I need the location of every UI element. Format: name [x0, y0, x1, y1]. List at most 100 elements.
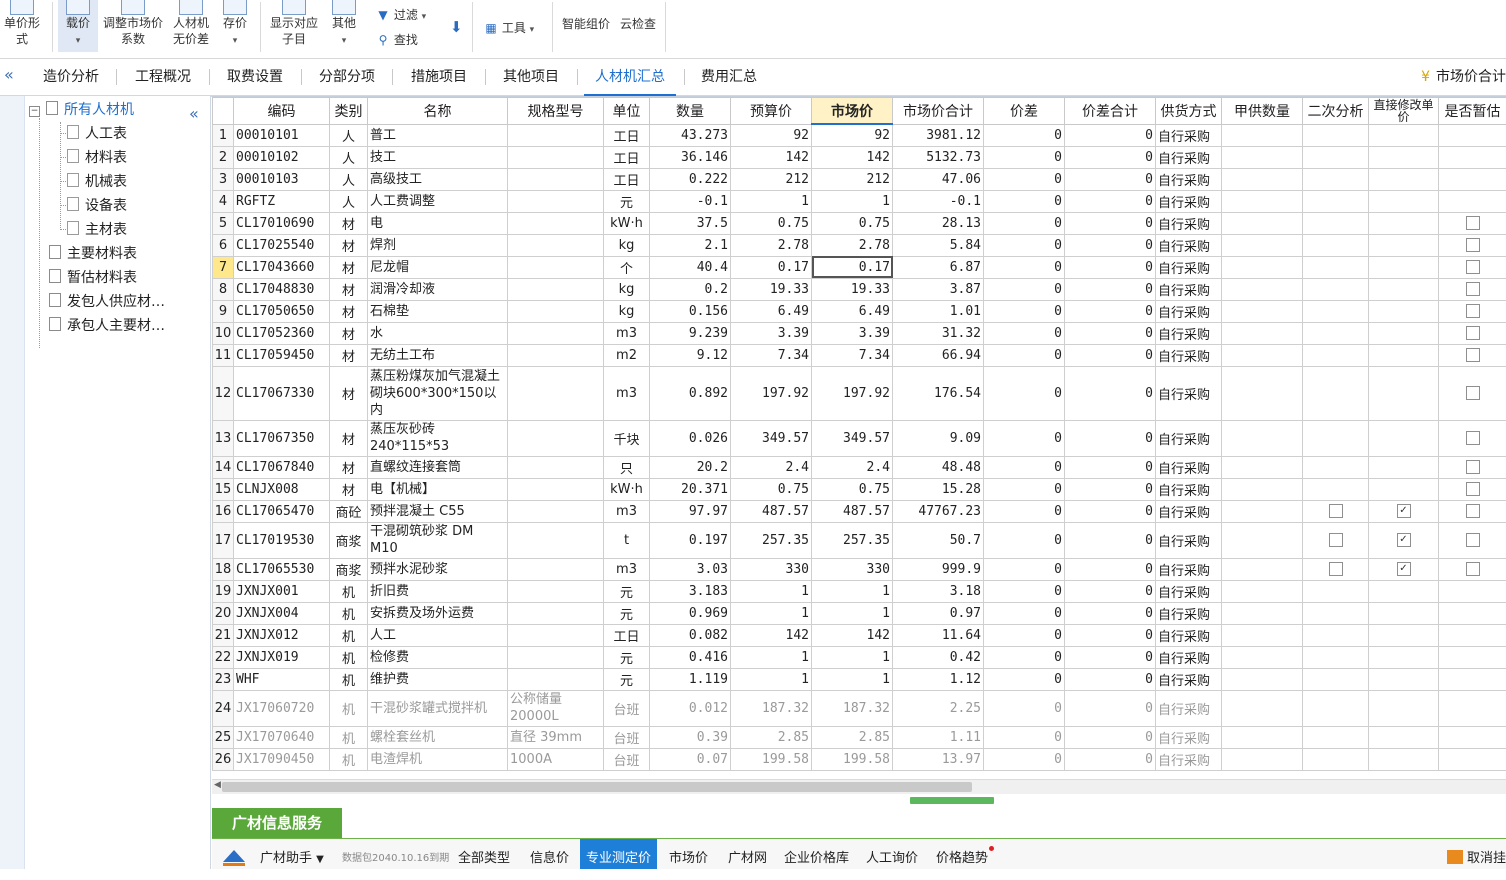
grid-cell-unit[interactable]: 台班 — [604, 726, 650, 748]
grid-cell-budget-price[interactable]: 349.57 — [731, 420, 812, 456]
grid-cell-owner-supply-qty[interactable] — [1222, 624, 1303, 646]
grid-cell-budget-price[interactable]: 330 — [731, 558, 812, 580]
grid-cell-diff-total[interactable]: 0 — [1065, 646, 1156, 668]
row-number[interactable]: 21 — [213, 624, 234, 646]
provisional-checkbox[interactable] — [1466, 238, 1480, 252]
grid-cell-unit[interactable]: kg — [604, 278, 650, 300]
grid-cell-quantity[interactable]: 97.97 — [650, 500, 731, 522]
grid-cell-code[interactable]: CLNJX008 — [234, 478, 330, 500]
grid-cell-price-diff[interactable]: 0 — [984, 168, 1065, 190]
collapse-tree-icon[interactable]: « — [189, 104, 199, 123]
grid-cell-price-diff[interactable]: 0 — [984, 146, 1065, 168]
table-row[interactable]: 17CL17019530商浆干混砌筑砂浆 DM M10t0.197257.352… — [213, 522, 1506, 558]
grid-cell-market-total[interactable]: 2.25 — [893, 690, 984, 726]
table-row[interactable]: 11CL17059450材无纺土工布m29.127.347.3466.9400自… — [213, 344, 1506, 366]
col-header-spec[interactable]: 规格型号 — [508, 98, 604, 125]
grid-cell-spec[interactable] — [508, 278, 604, 300]
grid-cell-code[interactable]: CL17067330 — [234, 366, 330, 420]
grid-cell-budget-price[interactable]: 2.85 — [731, 726, 812, 748]
row-number[interactable]: 6 — [213, 234, 234, 256]
grid-cell-owner-supply-qty[interactable] — [1222, 212, 1303, 234]
col-header-direct-edit-price[interactable]: 直接修改单价 — [1369, 98, 1439, 125]
grid-cell-category[interactable]: 商砼 — [330, 500, 368, 522]
grid-cell-spec[interactable]: 1000A — [508, 748, 604, 770]
grid-cell-market-price[interactable]: 187.32 — [812, 690, 893, 726]
grid-cell-market-price[interactable]: 19.33 — [812, 278, 893, 300]
table-row[interactable]: 18CL17065530商浆预拌水泥砂浆m33.03330330999.900自… — [213, 558, 1506, 580]
grid-cell-unit[interactable]: 工日 — [604, 624, 650, 646]
grid-cell-spec[interactable] — [508, 168, 604, 190]
move-down-button[interactable]: ⬇ — [450, 18, 463, 36]
row-number[interactable]: 12 — [213, 366, 234, 420]
grid-cell-owner-supply-qty[interactable] — [1222, 668, 1303, 690]
grid-cell-code[interactable]: CL17025540 — [234, 234, 330, 256]
grid-cell-name[interactable]: 高级技工 — [368, 168, 508, 190]
grid-cell-budget-price[interactable]: 197.92 — [731, 366, 812, 420]
row-number[interactable]: 24 — [213, 690, 234, 726]
grid-cell-category[interactable]: 商浆 — [330, 522, 368, 558]
save-price-button[interactable]: 存价 ▾ — [218, 0, 252, 52]
grid-cell-market-total[interactable]: 31.32 — [893, 322, 984, 344]
col-header-price-diff[interactable]: 价差 — [984, 98, 1065, 125]
tree-item-provisional-materials[interactable]: 暂估材料表 — [49, 266, 137, 290]
helper-dropdown[interactable]: 广材助手 ▼ — [260, 839, 324, 869]
row-number[interactable]: 9 — [213, 300, 234, 322]
grid-cell-market-price[interactable]: 3.39 — [812, 322, 893, 344]
grid-cell-category[interactable]: 人 — [330, 124, 368, 146]
col-header-secondary-analysis[interactable]: 二次分析 — [1303, 98, 1369, 125]
grid-cell-diff-total[interactable]: 0 — [1065, 256, 1156, 278]
row-number[interactable]: 18 — [213, 558, 234, 580]
grid-cell-quantity[interactable]: 3.183 — [650, 580, 731, 602]
provisional-checkbox[interactable] — [1466, 533, 1480, 547]
table-row[interactable]: 100010101人普工工日43.27392923981.1200自行采购 — [213, 124, 1506, 146]
grid-cell-unit[interactable]: 台班 — [604, 748, 650, 770]
grid-cell-budget-price[interactable]: 212 — [731, 168, 812, 190]
grid-cell-supply-method[interactable]: 自行采购 — [1156, 522, 1222, 558]
grid-cell-name[interactable]: 安拆费及场外运费 — [368, 602, 508, 624]
grid-cell-supply-method[interactable]: 自行采购 — [1156, 748, 1222, 770]
grid-cell-unit[interactable]: m3 — [604, 558, 650, 580]
grid-cell-market-price[interactable]: 0.75 — [812, 212, 893, 234]
grid-cell-category[interactable]: 机 — [330, 624, 368, 646]
grid-cell-owner-supply-qty[interactable] — [1222, 748, 1303, 770]
grid-cell-spec[interactable] — [508, 500, 604, 522]
grid-cell-budget-price[interactable]: 1 — [731, 646, 812, 668]
grid-cell-name[interactable]: 电渣焊机 — [368, 748, 508, 770]
grid-cell-spec[interactable] — [508, 522, 604, 558]
grid-cell-owner-supply-qty[interactable] — [1222, 300, 1303, 322]
grid-cell-quantity[interactable]: 0.07 — [650, 748, 731, 770]
grid-cell-supply-method[interactable]: 自行采购 — [1156, 456, 1222, 478]
provisional-checkbox[interactable] — [1466, 260, 1480, 274]
grid-cell-category[interactable]: 人 — [330, 146, 368, 168]
grid-cell-name[interactable]: 蒸压粉煤灰加气混凝土砌块600*300*150以内 — [368, 366, 508, 420]
grid-cell-unit[interactable]: kW·h — [604, 212, 650, 234]
table-row[interactable]: 16CL17065470商砼预拌混凝土 C55m397.97487.57487.… — [213, 500, 1506, 522]
rcj-no-diff-button[interactable]: 人材机 无价差 — [170, 0, 212, 52]
row-number[interactable]: 17 — [213, 522, 234, 558]
grid-cell-market-price[interactable]: 1 — [812, 190, 893, 212]
grid-cell-spec[interactable] — [508, 366, 604, 420]
grid-cell-market-price[interactable]: 1 — [812, 602, 893, 624]
grid-cell-owner-supply-qty[interactable] — [1222, 124, 1303, 146]
table-row[interactable]: 24JX17060720机干混砂浆罐式搅拌机公称储量20000L台班0.0121… — [213, 690, 1506, 726]
grid-cell-market-total[interactable]: 11.64 — [893, 624, 984, 646]
grid-cell-market-price[interactable]: 7.34 — [812, 344, 893, 366]
grid-cell-market-total[interactable]: 1.12 — [893, 668, 984, 690]
grid-cell-spec[interactable]: 直径 39mm — [508, 726, 604, 748]
other-button[interactable]: 其他 ▾ — [328, 0, 360, 52]
grid-cell-diff-total[interactable]: 0 — [1065, 558, 1156, 580]
grid-cell-category[interactable]: 机 — [330, 690, 368, 726]
grid-cell-name[interactable]: 螺栓套丝机 — [368, 726, 508, 748]
grid-cell-quantity[interactable]: -0.1 — [650, 190, 731, 212]
grid-cell-price-diff[interactable]: 0 — [984, 420, 1065, 456]
grid-cell-budget-price[interactable]: 0.75 — [731, 478, 812, 500]
grid-cell-category[interactable]: 材 — [330, 256, 368, 278]
grid-cell-category[interactable]: 材 — [330, 212, 368, 234]
grid-cell-quantity[interactable]: 20.2 — [650, 456, 731, 478]
grid-cell-market-total[interactable]: 47767.23 — [893, 500, 984, 522]
grid-cell-unit[interactable]: 元 — [604, 646, 650, 668]
grid-cell-market-total[interactable]: 1.11 — [893, 726, 984, 748]
table-row[interactable]: 12CL17067330材蒸压粉煤灰加气混凝土砌块600*300*150以内m3… — [213, 366, 1506, 420]
grid-cell-quantity[interactable]: 0.2 — [650, 278, 731, 300]
grid-cell-code[interactable]: CL17048830 — [234, 278, 330, 300]
